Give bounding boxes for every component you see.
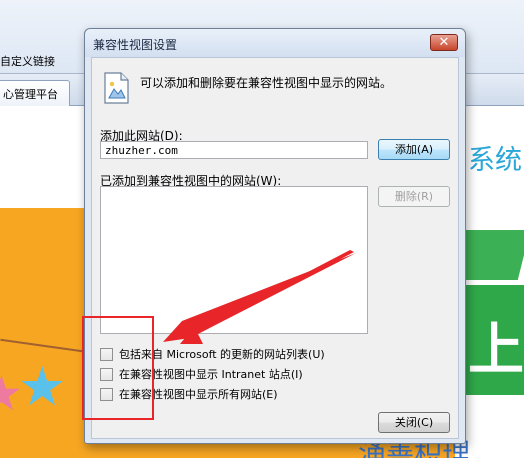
close-icon[interactable]: ✕ — [430, 34, 458, 51]
dialog-title: 兼容性视图设置 — [93, 38, 178, 52]
browser-tab[interactable]: 心管理平台 — [0, 80, 70, 106]
add-site-input[interactable] — [100, 141, 368, 159]
favorites-link[interactable]: 自定义链接 — [0, 53, 55, 69]
info-text: 可以添加和删除要在兼容性视图中显示的网站。 — [140, 76, 393, 90]
remove-button[interactable]: 删除(R) — [378, 186, 450, 207]
page-heading: 系统 — [468, 145, 522, 176]
picture-icon — [104, 72, 129, 104]
add-button[interactable]: 添加(A) — [378, 139, 450, 160]
banner-char: 上 — [468, 318, 524, 383]
site-list[interactable] — [100, 186, 368, 334]
annotation-highlight-box — [82, 316, 154, 420]
dialog-titlebar[interactable]: 兼容性视图设置 ✕ — [85, 29, 465, 57]
star-icon: ★ — [0, 366, 24, 422]
star-icon: ★ — [18, 355, 67, 418]
dialog-close-button[interactable]: 关闭(C) — [378, 412, 450, 433]
